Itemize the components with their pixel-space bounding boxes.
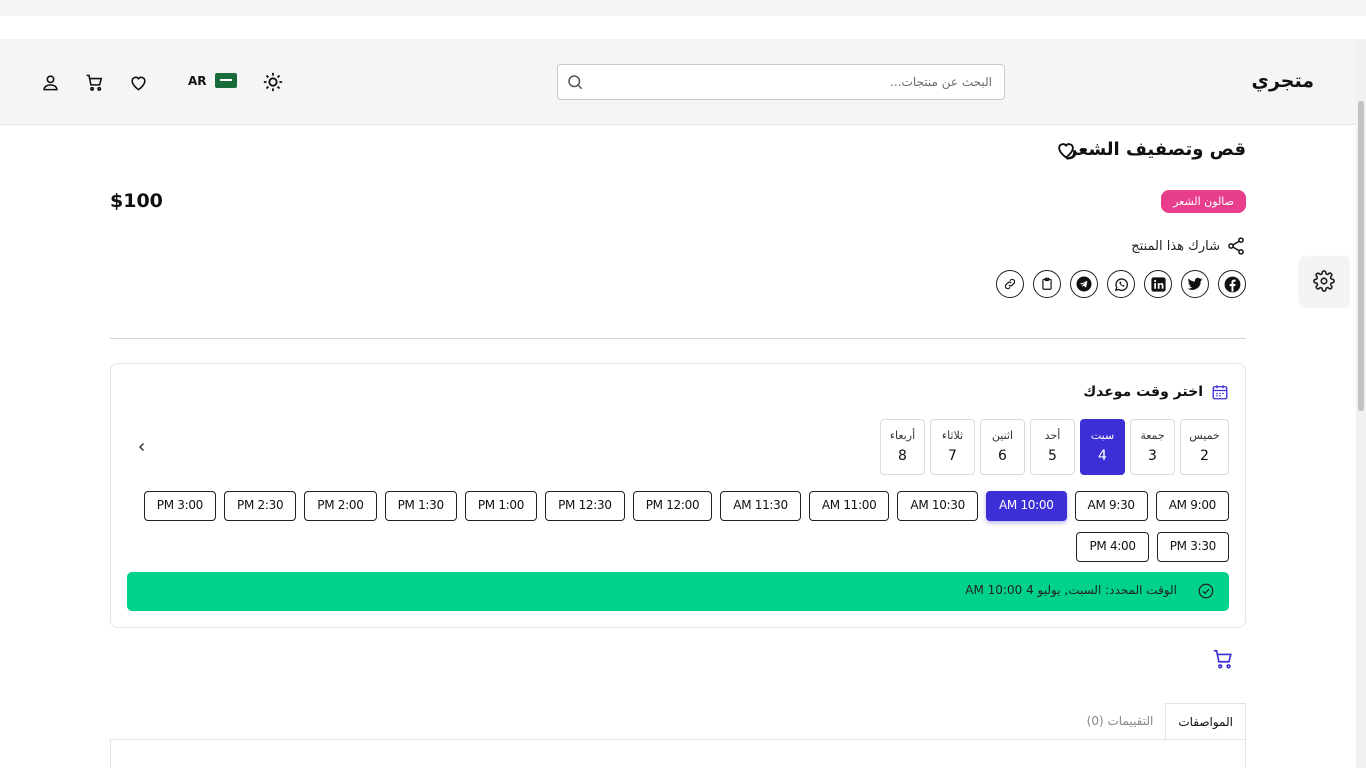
telegram-icon bbox=[1076, 276, 1092, 292]
search-input[interactable] bbox=[602, 65, 992, 99]
day-name: أحد bbox=[1044, 429, 1061, 442]
day-name: جمعة bbox=[1140, 429, 1165, 442]
day-number: 6 bbox=[998, 448, 1007, 464]
time-slot-button[interactable]: PM 12:30 bbox=[545, 491, 625, 521]
favorite-heart-icon[interactable] bbox=[1055, 139, 1077, 161]
category-badge[interactable]: صالون الشعر bbox=[1161, 190, 1246, 213]
time-slot-button[interactable]: PM 2:30 bbox=[224, 491, 297, 521]
day-button[interactable]: أربعاء 8 bbox=[880, 419, 925, 475]
facebook-icon bbox=[1224, 276, 1240, 292]
share-section: شارك هذا المنتج bbox=[1131, 236, 1246, 256]
day-button[interactable]: اثنين 6 bbox=[980, 419, 1025, 475]
page-scrollbar[interactable] bbox=[1356, 39, 1366, 768]
booking-card: اختر وقت موعدك خميس 2 جمعة 3 سبت 4 أحد 5 اثن… bbox=[110, 363, 1246, 628]
time-slot-button[interactable]: AM 9:30 bbox=[1074, 491, 1148, 521]
day-button[interactable]: ثلاثاء 7 bbox=[930, 419, 975, 475]
cart-button[interactable] bbox=[83, 71, 105, 93]
chevron-left-icon bbox=[139, 443, 144, 451]
cart-icon bbox=[1213, 649, 1232, 669]
time-slot-button[interactable]: PM 4:00 bbox=[1076, 532, 1149, 562]
share-label: شارك هذا المنتج bbox=[1131, 238, 1220, 254]
time-slot-button[interactable]: AM 11:30 bbox=[720, 491, 801, 521]
day-number: 4 bbox=[1098, 448, 1107, 464]
calendar-icon bbox=[1212, 385, 1228, 400]
whatsapp-share-button[interactable] bbox=[1107, 270, 1135, 298]
day-button-selected[interactable]: سبت 4 bbox=[1080, 419, 1125, 475]
scrollbar-thumb[interactable] bbox=[1358, 101, 1364, 411]
time-slot-button[interactable]: PM 12:00 bbox=[632, 491, 713, 521]
clipboard-button[interactable] bbox=[1033, 270, 1061, 298]
theme-toggle-button[interactable] bbox=[262, 71, 284, 93]
time-slot-button[interactable]: PM 2:00 bbox=[304, 491, 377, 521]
sun-icon bbox=[263, 72, 283, 92]
day-name: سبت bbox=[1090, 429, 1115, 442]
day-selector: خميس 2 جمعة 3 سبت 4 أحد 5 اثنين 6 ثلاثاء 7 أرب… bbox=[880, 419, 1229, 475]
time-slot-button[interactable]: PM 3:00 bbox=[143, 491, 217, 521]
time-slot-button[interactable]: AM 10:30 bbox=[897, 491, 978, 521]
day-number: 3 bbox=[1148, 448, 1157, 464]
linkedin-share-button[interactable] bbox=[1144, 270, 1172, 298]
language-selector[interactable]: AR bbox=[188, 73, 237, 88]
twitter-share-button[interactable] bbox=[1181, 270, 1209, 298]
gear-icon bbox=[1313, 270, 1335, 292]
time-slot-button[interactable]: PM 1:30 bbox=[384, 491, 457, 521]
copy-link-button[interactable] bbox=[996, 270, 1024, 298]
selected-time-text: الوقت المحدد: السبت, يوليو 4 10:00 AM bbox=[965, 583, 1177, 597]
booking-title-text: اختر وقت موعدك bbox=[1083, 384, 1203, 400]
section-divider bbox=[110, 338, 1246, 339]
time-slot-button[interactable]: PM 1:00 bbox=[464, 491, 538, 521]
language-code: AR bbox=[188, 73, 207, 88]
time-slot-grid: AM 9:00 AM 9:30 AM 10:00 AM 10:30 AM 11:… bbox=[139, 491, 1229, 562]
share-icon bbox=[1228, 237, 1244, 255]
cart-icon bbox=[86, 74, 102, 91]
store-logo[interactable]: متجري bbox=[1252, 70, 1314, 92]
day-name: أربعاء bbox=[889, 429, 916, 442]
settings-tab-button[interactable] bbox=[1300, 257, 1348, 305]
clipboard-icon bbox=[1042, 277, 1052, 290]
heart-icon bbox=[130, 76, 146, 91]
day-name: اثنين bbox=[991, 429, 1014, 442]
product-tabs: المواصفات التقييمات (0) bbox=[1075, 703, 1246, 740]
facebook-share-button[interactable] bbox=[1218, 270, 1246, 298]
check-circle-icon bbox=[1198, 583, 1214, 599]
day-number: 7 bbox=[948, 448, 957, 464]
account-button[interactable] bbox=[39, 71, 61, 93]
link-icon bbox=[1004, 278, 1016, 290]
tab-panel bbox=[110, 739, 1246, 768]
social-share-buttons bbox=[996, 270, 1246, 298]
product-price: $100 bbox=[110, 190, 163, 212]
tab-reviews[interactable]: التقييمات (0) bbox=[1075, 703, 1166, 740]
add-to-cart-button[interactable] bbox=[1212, 648, 1234, 670]
time-slot-selected[interactable]: AM 10:00 bbox=[985, 491, 1067, 521]
day-number: 5 bbox=[1048, 448, 1057, 464]
product-title: قص وتصفيف الشعر bbox=[1067, 139, 1246, 160]
day-button[interactable]: جمعة 3 bbox=[1130, 419, 1175, 475]
day-name: خميس bbox=[1189, 429, 1220, 442]
selected-time-banner: الوقت المحدد: السبت, يوليو 4 10:00 AM bbox=[127, 572, 1229, 611]
search-icon[interactable] bbox=[566, 73, 584, 91]
telegram-share-button[interactable] bbox=[1070, 270, 1098, 298]
days-next-button[interactable] bbox=[132, 437, 152, 457]
top-strip bbox=[0, 0, 1366, 16]
tab-specifications[interactable]: المواصفات bbox=[1165, 703, 1246, 740]
booking-title: اختر وقت موعدك bbox=[1083, 383, 1229, 401]
day-button[interactable]: خميس 2 bbox=[1180, 419, 1229, 475]
time-slot-button[interactable]: AM 11:00 bbox=[808, 491, 890, 521]
time-slot-button[interactable]: PM 3:30 bbox=[1156, 532, 1229, 562]
day-number: 2 bbox=[1200, 448, 1209, 464]
day-name: ثلاثاء bbox=[941, 429, 964, 442]
day-number: 8 bbox=[898, 448, 907, 464]
day-button[interactable]: أحد 5 bbox=[1030, 419, 1075, 475]
wishlist-button[interactable] bbox=[127, 71, 149, 93]
twitter-icon bbox=[1187, 277, 1203, 290]
saudi-flag-icon bbox=[214, 73, 237, 88]
site-header: متجري AR bbox=[0, 39, 1356, 125]
search-box bbox=[557, 64, 1005, 100]
whatsapp-icon bbox=[1114, 277, 1128, 291]
linkedin-icon bbox=[1150, 276, 1166, 292]
user-icon bbox=[42, 74, 58, 90]
time-slot-button[interactable]: AM 9:00 bbox=[1155, 491, 1229, 521]
